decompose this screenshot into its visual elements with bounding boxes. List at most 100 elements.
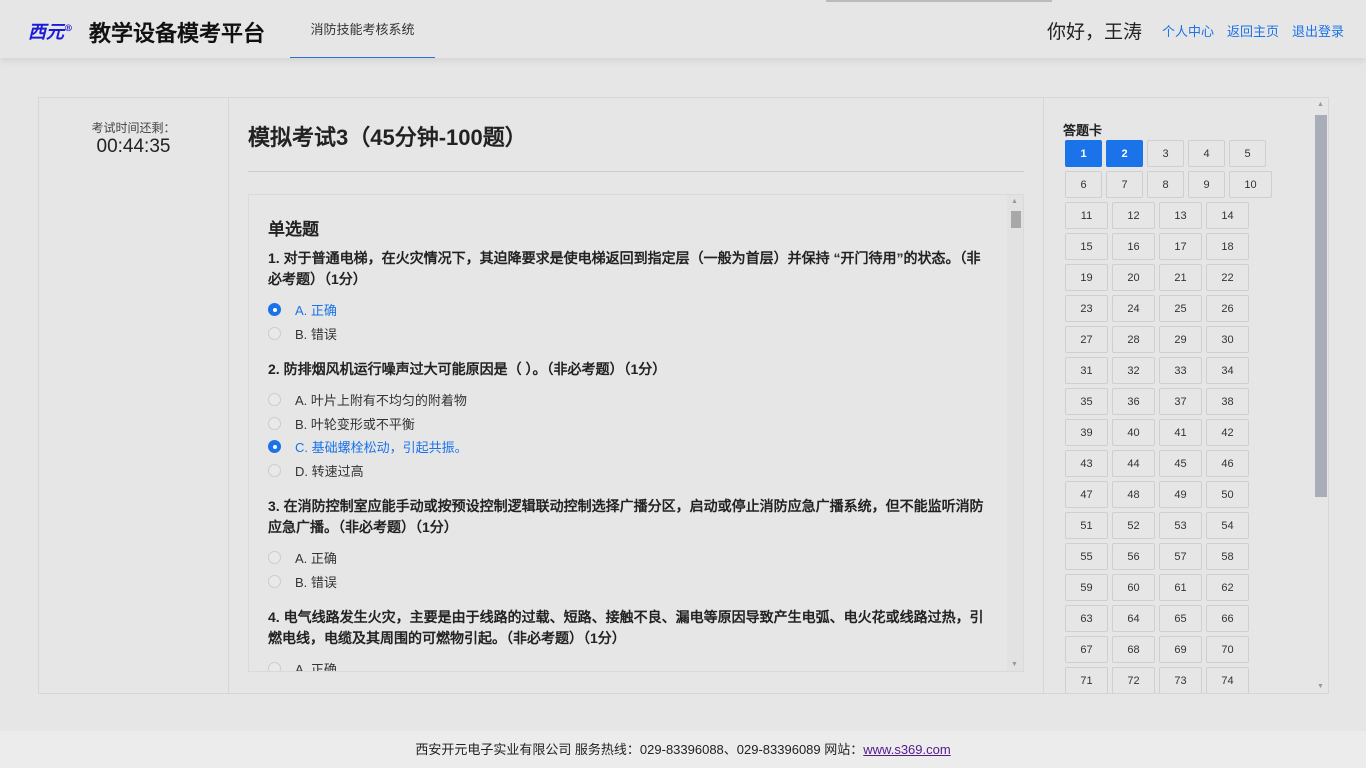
question-number-button[interactable]: 46 [1206, 450, 1249, 477]
question-number-button[interactable]: 5 [1229, 140, 1266, 167]
question-number-button[interactable]: 4 [1188, 140, 1225, 167]
question-number-button[interactable]: 63 [1065, 605, 1108, 632]
question-number-button[interactable]: 18 [1206, 233, 1249, 260]
radio-icon[interactable] [268, 574, 281, 588]
question-number-button[interactable]: 67 [1065, 636, 1108, 663]
question-number-button[interactable]: 15 [1065, 233, 1108, 260]
radio-icon[interactable] [268, 440, 281, 454]
question-number-button[interactable]: 17 [1159, 233, 1202, 260]
answer-option[interactable]: A. 正确 [268, 657, 993, 671]
question-number-button[interactable]: 64 [1112, 605, 1155, 632]
question-number-button[interactable]: 37 [1159, 388, 1202, 415]
question-number-button[interactable]: 9 [1188, 171, 1225, 198]
personal-center-link[interactable]: 个人中心 [1162, 21, 1214, 40]
question-number-button[interactable]: 25 [1159, 295, 1202, 322]
question-number-button[interactable]: 31 [1065, 357, 1108, 384]
radio-icon[interactable] [268, 393, 281, 407]
question-number-button[interactable]: 69 [1159, 636, 1202, 663]
question-number-button[interactable]: 36 [1112, 388, 1155, 415]
question-number-button[interactable]: 22 [1206, 264, 1249, 291]
question-number-button[interactable]: 55 [1065, 543, 1108, 570]
question-number-button[interactable]: 44 [1112, 450, 1155, 477]
question-number-button[interactable]: 45 [1159, 450, 1202, 477]
answer-option[interactable]: A. 叶片上附有不均匀的附着物 [268, 388, 993, 412]
question-number-button[interactable]: 57 [1159, 543, 1202, 570]
question-number-button[interactable]: 32 [1112, 357, 1155, 384]
nav-tab-fire-skills[interactable]: 消防技能考核系统 [290, 0, 435, 58]
question-number-button[interactable]: 40 [1112, 419, 1155, 446]
question-number-button[interactable]: 38 [1206, 388, 1249, 415]
radio-icon[interactable] [268, 303, 281, 317]
website-link[interactable]: www.s369.com [863, 742, 950, 757]
home-link[interactable]: 返回主页 [1227, 21, 1279, 40]
question-number-button[interactable]: 1 [1065, 140, 1102, 167]
question-number-button[interactable]: 3 [1147, 140, 1184, 167]
radio-icon[interactable] [268, 662, 281, 671]
question-number-button[interactable]: 48 [1112, 481, 1155, 508]
question-number-button[interactable]: 24 [1112, 295, 1155, 322]
question-number-button[interactable]: 62 [1206, 574, 1249, 601]
question-number-button[interactable]: 71 [1065, 667, 1108, 693]
question-number-button[interactable]: 60 [1112, 574, 1155, 601]
question-number-button[interactable]: 7 [1106, 171, 1143, 198]
question-number-button[interactable]: 42 [1206, 419, 1249, 446]
radio-icon[interactable] [268, 416, 281, 430]
question-number-button[interactable]: 20 [1112, 264, 1155, 291]
question-number-button[interactable]: 28 [1112, 326, 1155, 353]
question-number-button[interactable]: 8 [1147, 171, 1184, 198]
answer-option[interactable]: A. 正确 [268, 546, 993, 570]
answer-option[interactable]: B. 错误 [268, 322, 993, 346]
question-number-button[interactable]: 51 [1065, 512, 1108, 539]
question-number-button[interactable]: 53 [1159, 512, 1202, 539]
question-number-button[interactable]: 12 [1112, 202, 1155, 229]
question-number-button[interactable]: 70 [1206, 636, 1249, 663]
question-number-button[interactable]: 21 [1159, 264, 1202, 291]
question-number-button[interactable]: 50 [1206, 481, 1249, 508]
question-number-button[interactable]: 27 [1065, 326, 1108, 353]
question-number-button[interactable]: 23 [1065, 295, 1108, 322]
question-number-button[interactable]: 29 [1159, 326, 1202, 353]
radio-icon[interactable] [268, 551, 281, 565]
answer-option[interactable]: C. 基础螺栓松动，引起共振。 [268, 435, 993, 459]
question-number-button[interactable]: 33 [1159, 357, 1202, 384]
question-number-button[interactable]: 66 [1206, 605, 1249, 632]
question-number-button[interactable]: 35 [1065, 388, 1108, 415]
question-number-button[interactable]: 56 [1112, 543, 1155, 570]
question-number-button[interactable]: 65 [1159, 605, 1202, 632]
question-number-button[interactable]: 68 [1112, 636, 1155, 663]
question-number-button[interactable]: 26 [1206, 295, 1249, 322]
question-number-button[interactable]: 30 [1206, 326, 1249, 353]
question-number-button[interactable]: 49 [1159, 481, 1202, 508]
question-number-button[interactable]: 16 [1112, 233, 1155, 260]
question-number-button[interactable]: 61 [1159, 574, 1202, 601]
logout-link[interactable]: 退出登录 [1292, 21, 1344, 40]
question-number-button[interactable]: 2 [1106, 140, 1143, 167]
answer-option[interactable]: D. 转速过高 [268, 459, 993, 483]
question-number-button[interactable]: 10 [1229, 171, 1272, 198]
radio-icon[interactable] [268, 463, 281, 477]
answer-option[interactable]: A. 正确 [268, 298, 993, 322]
answer-option[interactable]: B. 叶轮变形或不平衡 [268, 412, 993, 436]
answer-option[interactable]: B. 错误 [268, 570, 993, 594]
answer-card-scrollbar[interactable]: ▲ ▼ [1312, 98, 1328, 693]
scroll-thumb[interactable] [1315, 115, 1327, 497]
question-number-button[interactable]: 34 [1206, 357, 1249, 384]
question-number-button[interactable]: 39 [1065, 419, 1108, 446]
question-number-button[interactable]: 43 [1065, 450, 1108, 477]
question-number-button[interactable]: 13 [1159, 202, 1202, 229]
question-scrollbar[interactable]: ▲ ▼ [1007, 195, 1023, 671]
question-number-button[interactable]: 74 [1206, 667, 1249, 693]
question-number-button[interactable]: 52 [1112, 512, 1155, 539]
radio-icon[interactable] [268, 326, 281, 340]
question-number-button[interactable]: 14 [1206, 202, 1249, 229]
question-list[interactable]: 单选题 1. 对于普通电梯，在火灾情况下，其迫降要求是使电梯返回到指定层（一般为… [248, 194, 1024, 672]
question-number-button[interactable]: 11 [1065, 202, 1108, 229]
question-number-button[interactable]: 72 [1112, 667, 1155, 693]
question-number-button[interactable]: 59 [1065, 574, 1108, 601]
question-number-button[interactable]: 73 [1159, 667, 1202, 693]
scroll-thumb[interactable] [1011, 211, 1021, 228]
question-number-button[interactable]: 6 [1065, 171, 1102, 198]
question-number-button[interactable]: 19 [1065, 264, 1108, 291]
question-number-button[interactable]: 58 [1206, 543, 1249, 570]
question-number-button[interactable]: 41 [1159, 419, 1202, 446]
